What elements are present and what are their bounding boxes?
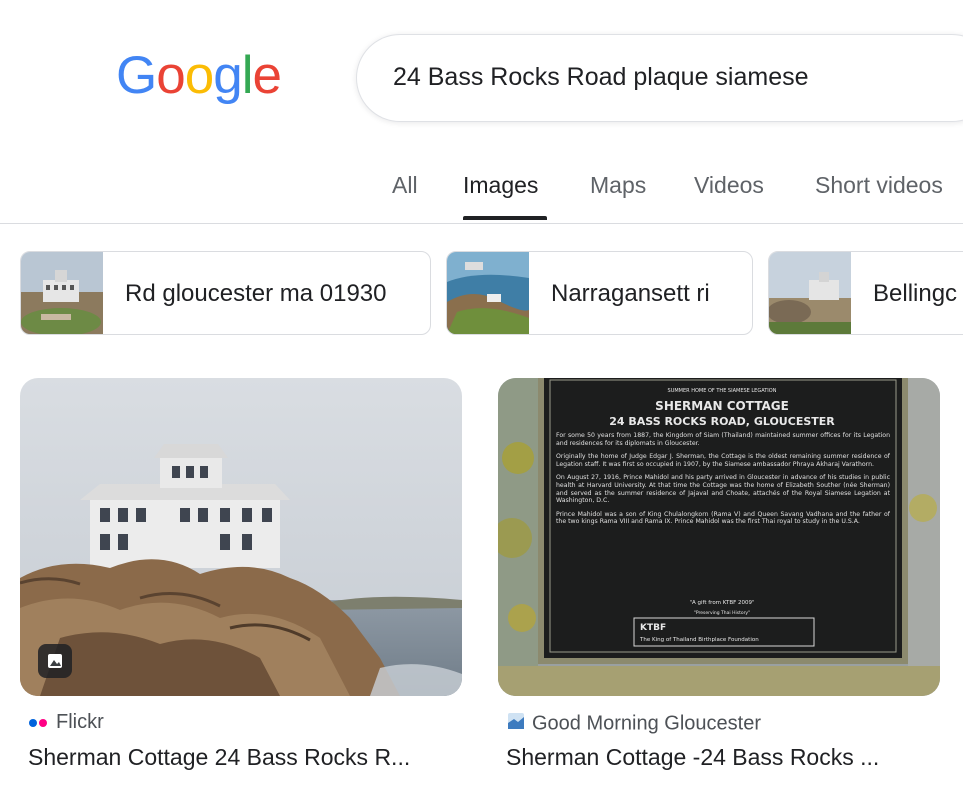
plaque-gift-note: "A gift from KTBF 2009" bbox=[689, 600, 754, 606]
plaque-paragraph: Originally the home of Judge Edgar J. Sh… bbox=[556, 453, 890, 468]
refinement-chip[interactable]: Rd gloucester ma 01930 bbox=[20, 251, 431, 335]
logo-letter: e bbox=[252, 46, 282, 105]
plaque-paragraph: Prince Mahidol was a son of King Chulalo… bbox=[556, 510, 890, 526]
chip-label: Bellingc bbox=[873, 280, 958, 307]
plaque-paragraph: For some 50 years from 1887, the Kingdom… bbox=[556, 432, 890, 447]
plaque-motto: "Preserving Thai History" bbox=[694, 610, 750, 616]
logo-letter: o bbox=[184, 46, 215, 105]
chip-thumbnail bbox=[447, 252, 529, 334]
tab-videos[interactable]: Videos bbox=[694, 172, 764, 199]
tab-short-videos[interactable]: Short videos bbox=[815, 172, 943, 199]
chip-thumbnail bbox=[21, 252, 103, 334]
result-title[interactable]: Sherman Cottage 24 Bass Rocks R... bbox=[28, 744, 458, 771]
chip-thumbnail bbox=[769, 252, 851, 334]
image-icon bbox=[38, 644, 72, 678]
chip-label: Narragansett ri bbox=[551, 280, 710, 307]
google-logo[interactable]: Google bbox=[116, 46, 282, 106]
result-title[interactable]: Sherman Cottage -24 Bass Rocks ... bbox=[506, 744, 936, 771]
result-source[interactable]: Good Morning Gloucester bbox=[506, 711, 761, 737]
tab-maps[interactable]: Maps bbox=[590, 172, 646, 199]
search-tabs: All Images Maps Videos Short videos bbox=[0, 168, 963, 224]
refinement-chip[interactable]: Bellingc bbox=[768, 251, 963, 335]
plaque-heading: SHERMAN COTTAGE bbox=[655, 399, 789, 413]
result-image[interactable] bbox=[20, 378, 462, 696]
result-image[interactable]: SUMMER HOME OF THE SIAMESE LEGATION SHER… bbox=[498, 378, 940, 696]
site-favicon-icon bbox=[506, 711, 526, 737]
flickr-icon bbox=[28, 711, 50, 734]
tabs-divider bbox=[0, 223, 963, 224]
plaque-foundation: The King of Thailand Birthplace Foundati… bbox=[639, 637, 759, 643]
image-result[interactable]: SUMMER HOME OF THE SIAMESE LEGATION SHER… bbox=[498, 378, 940, 770]
logo-letter: G bbox=[116, 46, 157, 105]
active-tab-indicator bbox=[463, 216, 547, 220]
logo-letter: g bbox=[213, 46, 243, 105]
result-source[interactable]: Flickr bbox=[28, 711, 104, 734]
search-box[interactable]: 24 Bass Rocks Road plaque siamese bbox=[356, 34, 963, 122]
tab-images[interactable]: Images bbox=[463, 172, 538, 199]
chip-label: Rd gloucester ma 01930 bbox=[125, 280, 387, 307]
logo-letter: o bbox=[156, 46, 186, 105]
search-input[interactable]: 24 Bass Rocks Road plaque siamese bbox=[393, 63, 809, 92]
tab-all[interactable]: All bbox=[392, 172, 418, 199]
plaque-heading: 24 BASS ROCKS ROAD, GLOUCESTER bbox=[609, 415, 835, 428]
refinement-chip[interactable]: Narragansett ri bbox=[446, 251, 753, 335]
plaque-subheading: SUMMER HOME OF THE SIAMESE LEGATION bbox=[668, 388, 777, 394]
plaque-ktbf: KTBF bbox=[640, 623, 666, 633]
source-name: Flickr bbox=[56, 711, 104, 733]
plaque-paragraph: On August 27, 1916, Prince Mahidol and h… bbox=[556, 474, 890, 505]
image-result[interactable]: Flickr Sherman Cottage 24 Bass Rocks R..… bbox=[20, 378, 462, 770]
source-name: Good Morning Gloucester bbox=[532, 712, 762, 735]
logo-letter: l bbox=[241, 46, 254, 105]
